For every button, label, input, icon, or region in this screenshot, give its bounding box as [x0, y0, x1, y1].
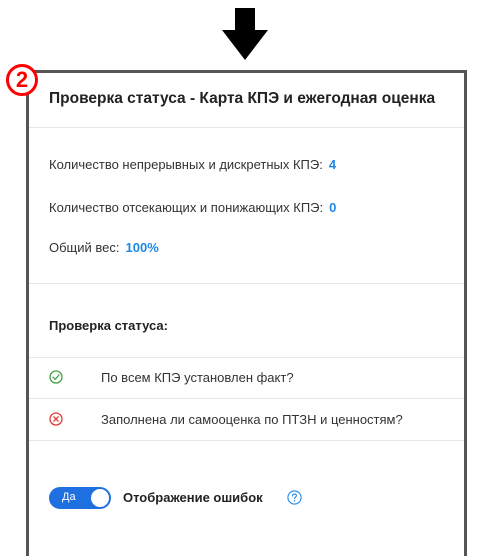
check-item-label: Заполнена ли самооценка по ПТЗН и ценнос… [101, 411, 403, 427]
stat-value: 100% [125, 240, 159, 255]
stat-label: Количество непрерывных и дискретных КПЭ: [49, 157, 323, 172]
show-errors-label: Отображение ошибок [123, 490, 263, 505]
stat-label: Количество отсекающих и понижающих КПЭ: [49, 200, 324, 215]
checks-divider-bottom [29, 440, 464, 441]
step-number-badge: 2 [6, 64, 38, 96]
title-divider [29, 127, 464, 128]
down-arrow-icon [222, 8, 268, 60]
toggle-knob [91, 489, 109, 507]
stat-total-weight: Общий вес: 100% [49, 240, 159, 255]
check-item-self-assessment: Заполнена ли самооценка по ПТЗН и ценнос… [49, 409, 403, 429]
stats-divider [29, 283, 464, 284]
checks-divider-top [29, 357, 464, 358]
status-check-panel: Проверка статуса - Карта КПЭ и ежегодная… [26, 70, 467, 556]
stat-value: 0 [329, 200, 337, 215]
status-check-heading: Проверка статуса: [49, 318, 168, 333]
check-circle-icon [49, 370, 63, 384]
show-errors-toggle[interactable]: Да [49, 487, 111, 509]
check-item-kpi-fact: По всем КПЭ установлен факт? [49, 367, 294, 387]
stat-cutoff-lowering-kpi: Количество отсекающих и понижающих КПЭ: 0 [49, 200, 336, 215]
stat-continuous-discrete-kpi: Количество непрерывных и дискретных КПЭ:… [49, 157, 336, 172]
stat-value: 4 [328, 157, 337, 172]
help-icon[interactable] [287, 490, 302, 505]
check-item-label: По всем КПЭ установлен факт? [101, 369, 294, 385]
checks-divider-mid [29, 398, 464, 399]
panel-title: Проверка статуса - Карта КПЭ и ежегодная… [49, 90, 436, 107]
toggle-state-label: Да [62, 491, 76, 503]
stat-label: Общий вес: [49, 240, 120, 255]
error-circle-icon [49, 412, 63, 426]
